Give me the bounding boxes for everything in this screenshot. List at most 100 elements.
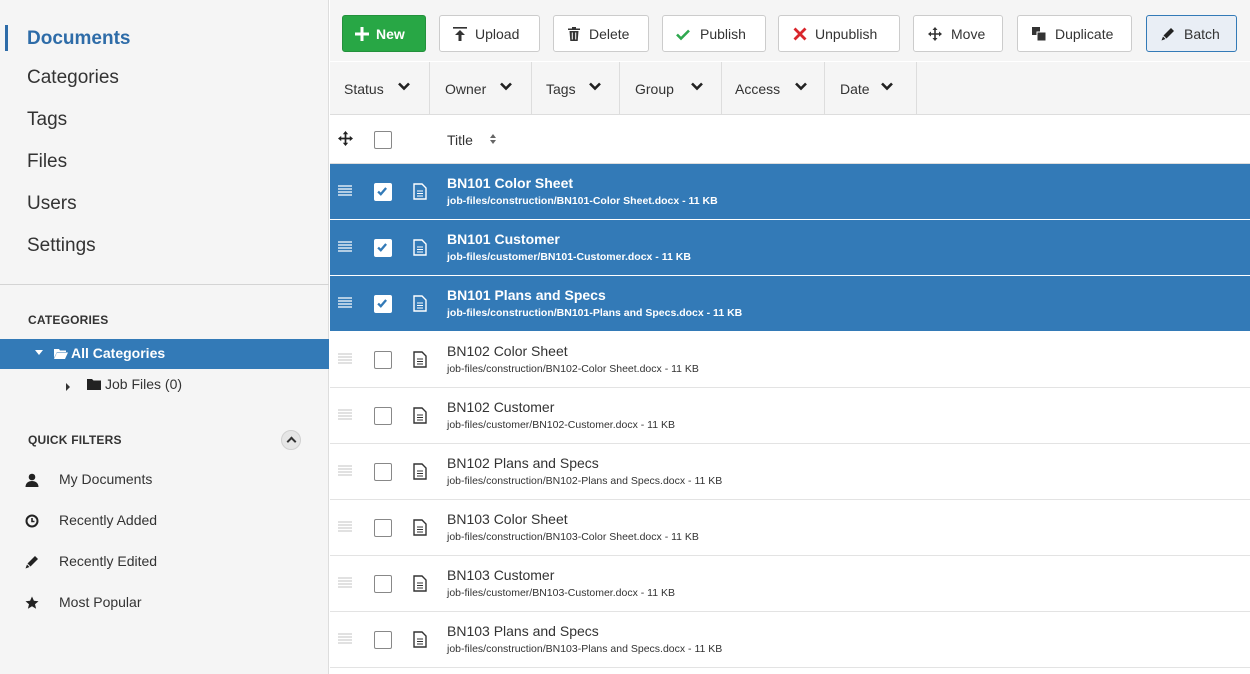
quick-filter-label: Recently Edited — [59, 553, 158, 569]
categories-heading: CATEGORIES — [28, 313, 109, 327]
duplicate-button-label: Duplicate — [1055, 26, 1114, 42]
folder-icon — [87, 379, 101, 390]
row-checkbox[interactable] — [374, 407, 392, 425]
upload-button-label: Upload — [475, 26, 520, 42]
nav-users[interactable]: Users — [0, 183, 328, 225]
nav-categories[interactable]: Categories — [0, 57, 328, 99]
nav-settings[interactable]: Settings — [0, 225, 328, 267]
move-button[interactable]: Move — [913, 15, 1003, 52]
drag-handle-icon[interactable] — [338, 241, 352, 252]
category-job-files[interactable]: Job Files (0) — [0, 372, 329, 400]
toolbar: New Upload Delete Publish Unpublish Move… — [330, 0, 1250, 61]
main-nav: Documents Categories Tags Files Users Se… — [0, 0, 328, 267]
row-checkbox[interactable] — [374, 239, 392, 257]
check-icon — [375, 184, 389, 198]
table-row[interactable]: BN103 Customer job-files/customer/BN103-C… — [330, 556, 1250, 612]
filter-tags[interactable]: Tags — [532, 62, 620, 114]
sidebar: Documents Categories Tags Files Users Se… — [0, 0, 329, 674]
document-title[interactable]: BN103 Customer — [447, 567, 554, 583]
filter-status[interactable]: Status — [330, 62, 430, 114]
select-all-checkbox[interactable] — [374, 131, 392, 149]
filter-label: Tags — [546, 81, 576, 97]
document-title[interactable]: BN102 Color Sheet — [447, 343, 568, 359]
filter-label: Date — [840, 81, 870, 97]
document-path: job-files/customer/BN101-Customer.docx -… — [447, 251, 691, 263]
drag-handle-icon[interactable] — [338, 409, 352, 420]
folder-open-icon — [54, 349, 68, 359]
quick-filter-most-popular[interactable]: Most Popular — [0, 585, 329, 621]
document-path: job-files/customer/BN103-Customer.docx -… — [447, 587, 675, 599]
drag-handle-icon[interactable] — [338, 297, 352, 308]
nav-files[interactable]: Files — [0, 141, 328, 183]
row-checkbox[interactable] — [374, 295, 392, 313]
upload-button[interactable]: Upload — [439, 15, 540, 52]
quick-filter-label: My Documents — [59, 471, 153, 487]
caret-right-icon[interactable] — [66, 383, 70, 391]
chevron-down-icon — [795, 82, 807, 91]
document-title[interactable]: BN101 Customer — [447, 231, 560, 247]
filter-date[interactable]: Date — [825, 62, 917, 114]
publish-button[interactable]: Publish — [662, 15, 766, 52]
table-row[interactable]: BN103 Plans and Specs job-files/construct… — [330, 612, 1250, 668]
quick-filter-recently-added[interactable]: Recently Added — [0, 503, 329, 539]
row-checkbox[interactable] — [374, 631, 392, 649]
drag-handle-icon[interactable] — [338, 521, 352, 532]
nav-tags[interactable]: Tags — [0, 99, 328, 141]
document-icon — [413, 407, 427, 424]
table-row[interactable]: BN102 Plans and Specs job-files/construct… — [330, 444, 1250, 500]
quick-filter-recently-edited[interactable]: Recently Edited — [0, 544, 329, 580]
table-row[interactable]: BN102 Color Sheet job-files/construction/… — [330, 332, 1250, 388]
star-icon — [25, 596, 39, 609]
filter-label: Access — [735, 81, 781, 97]
row-checkbox[interactable] — [374, 519, 392, 537]
document-title[interactable]: BN103 Plans and Specs — [447, 623, 599, 639]
batch-button[interactable]: Batch — [1146, 15, 1237, 52]
row-checkbox[interactable] — [374, 575, 392, 593]
row-checkbox[interactable] — [374, 183, 392, 201]
document-title[interactable]: BN102 Customer — [447, 399, 554, 415]
row-checkbox[interactable] — [374, 463, 392, 481]
filter-label: Status — [344, 81, 384, 97]
sort-icon[interactable] — [489, 133, 497, 145]
drag-handle-icon[interactable] — [338, 633, 352, 644]
collapse-quick-filters-button[interactable] — [281, 430, 301, 450]
drag-handle-icon[interactable] — [338, 353, 352, 364]
filter-access[interactable]: Access — [722, 62, 825, 114]
document-title[interactable]: BN103 Color Sheet — [447, 511, 568, 527]
nav-documents[interactable]: Documents — [0, 17, 328, 57]
batch-button-label: Batch — [1184, 26, 1220, 42]
document-title[interactable]: BN102 Plans and Specs — [447, 455, 599, 471]
table-row[interactable]: BN102 Customer job-files/customer/BN102-C… — [330, 388, 1250, 444]
drag-handle-icon[interactable] — [338, 185, 352, 196]
new-button[interactable]: New — [342, 15, 426, 52]
row-checkbox[interactable] — [374, 351, 392, 369]
delete-button[interactable]: Delete — [553, 15, 649, 52]
chevron-down-icon — [691, 82, 703, 91]
drag-handle-icon[interactable] — [338, 577, 352, 588]
drag-handle-icon[interactable] — [338, 465, 352, 476]
table-row[interactable]: BN101 Customer job-files/customer/BN101-C… — [330, 220, 1250, 276]
unpublish-button-label: Unpublish — [815, 26, 878, 42]
table-row[interactable]: BN101 Color Sheet job-files/construction/… — [330, 164, 1250, 220]
document-icon — [413, 183, 427, 200]
table-row[interactable]: BN103 Color Sheet job-files/construction/… — [330, 500, 1250, 556]
x-icon — [793, 27, 807, 41]
quick-filter-my-documents[interactable]: My Documents — [0, 462, 329, 498]
move-button-label: Move — [951, 26, 986, 42]
filter-owner[interactable]: Owner — [430, 62, 532, 114]
quick-filters-heading: QUICK FILTERS — [28, 433, 122, 447]
category-all[interactable]: All Categories — [0, 339, 329, 369]
document-title[interactable]: BN101 Color Sheet — [447, 175, 573, 191]
document-title[interactable]: BN101 Plans and Specs — [447, 287, 606, 303]
chevron-down-icon — [500, 82, 512, 91]
filter-group[interactable]: Group — [620, 62, 722, 114]
move-icon — [928, 27, 942, 41]
move-icon[interactable] — [338, 131, 353, 146]
unpublish-button[interactable]: Unpublish — [778, 15, 900, 52]
document-path: job-files/construction/BN103-Plans and S… — [447, 643, 723, 655]
table-row[interactable]: BN101 Plans and Specs job-files/construct… — [330, 276, 1250, 332]
duplicate-button[interactable]: Duplicate — [1017, 15, 1132, 52]
caret-down-icon[interactable] — [35, 350, 43, 355]
document-path: job-files/construction/BN101-Plans and S… — [447, 307, 743, 319]
title-column-header[interactable]: Title — [447, 132, 473, 148]
